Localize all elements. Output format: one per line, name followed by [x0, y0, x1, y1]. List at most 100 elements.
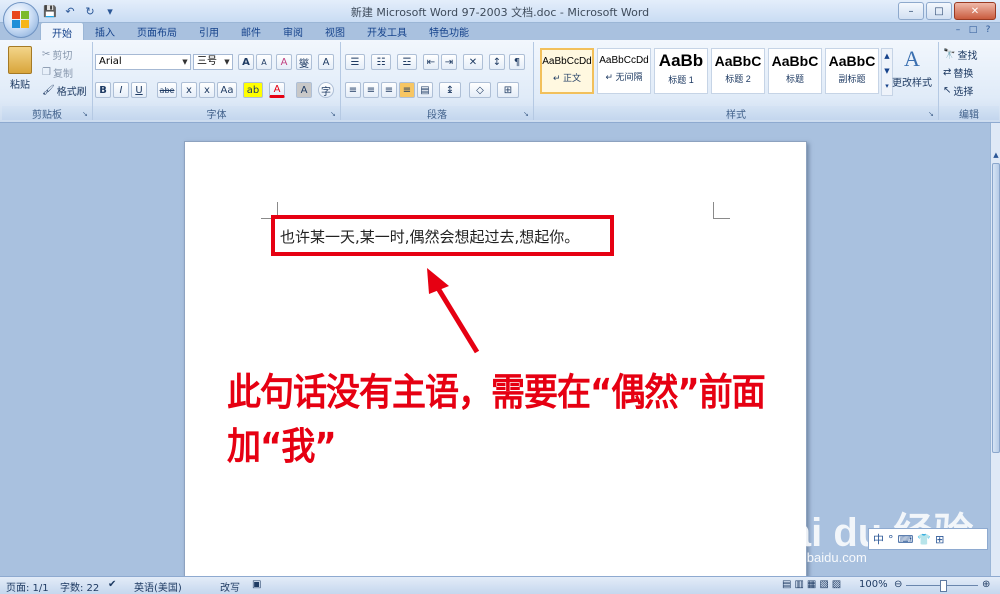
ime-toolbar[interactable]: 中 ° ⌨ 👕 ⊞: [868, 528, 988, 550]
office-button[interactable]: [3, 2, 39, 38]
superscript-button[interactable]: x: [199, 82, 215, 98]
overtype-mode[interactable]: 改写: [220, 579, 240, 594]
maximize-button[interactable]: □: [926, 2, 952, 20]
character-shading-button[interactable]: A: [296, 82, 312, 98]
font-name-combo[interactable]: Arial ▼: [95, 54, 191, 70]
font-size-combo[interactable]: 三号 ▼: [193, 54, 233, 70]
show-marks-icon[interactable]: ¶: [509, 54, 525, 70]
ime-mode-icon[interactable]: 中: [873, 531, 884, 547]
line-spacing-icon[interactable]: ↨: [439, 82, 461, 98]
paste-button[interactable]: 粘贴: [8, 46, 32, 91]
style-name: 副标题: [838, 74, 866, 84]
page-count[interactable]: 页面: 1/1: [6, 579, 49, 594]
find-button[interactable]: 🔭 查找: [943, 47, 977, 62]
style-heading-1[interactable]: AaBb 标题 1: [654, 48, 708, 94]
paragraph-launcher-icon[interactable]: ↘: [523, 110, 531, 118]
multilevel-list-icon[interactable]: ☲: [397, 54, 417, 70]
font-launcher-icon[interactable]: ↘: [330, 110, 338, 118]
align-left-icon[interactable]: ≡: [345, 82, 361, 98]
replace-button[interactable]: ⇄ 替换: [943, 65, 973, 80]
change-styles-button[interactable]: A 更改样式: [892, 46, 932, 89]
replace-icon: ⇄: [943, 67, 952, 78]
proofing-icon[interactable]: ✔: [108, 579, 116, 590]
enclose-characters-button[interactable]: 字: [318, 82, 334, 98]
format-painter-button[interactable]: 🖌 格式刷: [42, 83, 87, 98]
binoculars-icon: 🔭: [943, 49, 956, 60]
tab-home[interactable]: 开始: [40, 22, 84, 40]
italic-button[interactable]: I: [113, 82, 129, 98]
clipboard-group: 粘贴 ✂ 剪切 ❐ 复制 🖌 格式刷 剪贴板 ↘: [2, 42, 93, 121]
close-button[interactable]: ✕: [954, 2, 996, 20]
tab-view[interactable]: 视图: [314, 22, 356, 40]
underline-button[interactable]: U: [131, 82, 147, 98]
justify-icon[interactable]: ≡: [399, 82, 415, 98]
shrink-font-button[interactable]: A: [256, 54, 272, 70]
style-heading-2[interactable]: AaBbC 标题 2: [711, 48, 765, 94]
style-name: ↵ 无间隔: [605, 72, 643, 82]
borders-icon[interactable]: ⊞: [497, 82, 519, 98]
tab-insert[interactable]: 插入: [84, 22, 126, 40]
align-right-icon[interactable]: ≡: [381, 82, 397, 98]
clear-format-button[interactable]: A: [276, 54, 292, 70]
bold-button[interactable]: B: [95, 82, 111, 98]
document-page[interactable]: 也许某一天,某一时,偶然会想起过去,想起你。 此句话没有主语，需要在“偶然”前面…: [184, 141, 807, 583]
copy-button[interactable]: ❐ 复制: [42, 65, 73, 80]
scroll-up-icon[interactable]: ▲: [991, 151, 1000, 159]
style-sample: AaBbCcDd: [542, 56, 592, 67]
select-button[interactable]: ↖ 选择: [943, 83, 973, 98]
align-center-icon[interactable]: ≡: [363, 82, 379, 98]
grow-font-button[interactable]: A: [238, 54, 254, 70]
annotation-text: 此句话没有主语，需要在“偶然”前面加“我”: [227, 370, 766, 469]
view-buttons-icon[interactable]: ▤▥▦▧▨: [782, 579, 844, 590]
character-border-button[interactable]: A: [318, 54, 334, 70]
tab-references[interactable]: 引用: [188, 22, 230, 40]
zoom-in-icon[interactable]: ⊕: [982, 579, 990, 590]
tab-page-layout[interactable]: 页面布局: [126, 22, 188, 40]
clipboard-launcher-icon[interactable]: ↘: [82, 110, 90, 118]
change-case-button[interactable]: Aa: [217, 82, 237, 98]
style-name: 标题: [785, 74, 804, 84]
word-count[interactable]: 字数: 22: [60, 579, 99, 594]
phonetic-guide-button[interactable]: 燮: [296, 54, 312, 70]
language[interactable]: 英语(美国): [134, 579, 182, 594]
subscript-button[interactable]: x: [181, 82, 197, 98]
styles-launcher-icon[interactable]: ↘: [928, 110, 936, 118]
distribute-icon[interactable]: ▤: [417, 82, 433, 98]
minimize-ribbon-icon[interactable]: –: [952, 24, 964, 36]
style-title[interactable]: AaBbC 标题: [768, 48, 822, 94]
style-no-spacing[interactable]: AaBbCcDd ↵ 无间隔: [597, 48, 651, 94]
format-painter-label: 格式刷: [56, 87, 87, 98]
chinese-layout-icon[interactable]: ✕: [463, 54, 483, 70]
bullets-icon[interactable]: ☰: [345, 54, 365, 70]
highlight-button[interactable]: ab: [243, 82, 263, 98]
window-controls: – □ ✕: [898, 2, 996, 20]
decrease-indent-icon[interactable]: ⇤: [423, 54, 439, 70]
zoom-slider-knob[interactable]: [940, 580, 947, 592]
increase-indent-icon[interactable]: ⇥: [441, 54, 457, 70]
toolbox-icon[interactable]: ⊞: [935, 533, 944, 546]
tab-developer[interactable]: 开发工具: [356, 22, 418, 40]
tab-special-features[interactable]: 特色功能: [418, 22, 480, 40]
restore-icon[interactable]: □: [967, 24, 979, 36]
font-color-button[interactable]: A: [269, 82, 285, 98]
strikethrough-button[interactable]: abe: [157, 82, 177, 98]
cut-button[interactable]: ✂ 剪切: [42, 47, 72, 62]
numbering-icon[interactable]: ☷: [371, 54, 391, 70]
zoom-level[interactable]: 100%: [859, 579, 888, 590]
macro-icon[interactable]: ▣: [252, 579, 261, 590]
keyboard-icon[interactable]: ⌨: [898, 533, 914, 546]
punctuation-icon[interactable]: °: [888, 533, 894, 546]
style-subtitle[interactable]: AaBbC 副标题: [825, 48, 879, 94]
style-normal[interactable]: AaBbCcDd ↵ 正文: [540, 48, 594, 94]
sort-icon[interactable]: ↕: [489, 54, 505, 70]
change-styles-icon: A: [904, 46, 920, 71]
skin-icon[interactable]: 👕: [917, 533, 931, 546]
help-icon[interactable]: ?: [982, 24, 994, 36]
zoom-out-icon[interactable]: ⊖: [894, 579, 902, 590]
scroll-thumb[interactable]: [992, 163, 1000, 453]
shading-icon[interactable]: ◇: [469, 82, 491, 98]
font-name-value: Arial: [99, 56, 122, 67]
tab-mailings[interactable]: 邮件: [230, 22, 272, 40]
tab-review[interactable]: 审阅: [272, 22, 314, 40]
minimize-button[interactable]: –: [898, 2, 924, 20]
